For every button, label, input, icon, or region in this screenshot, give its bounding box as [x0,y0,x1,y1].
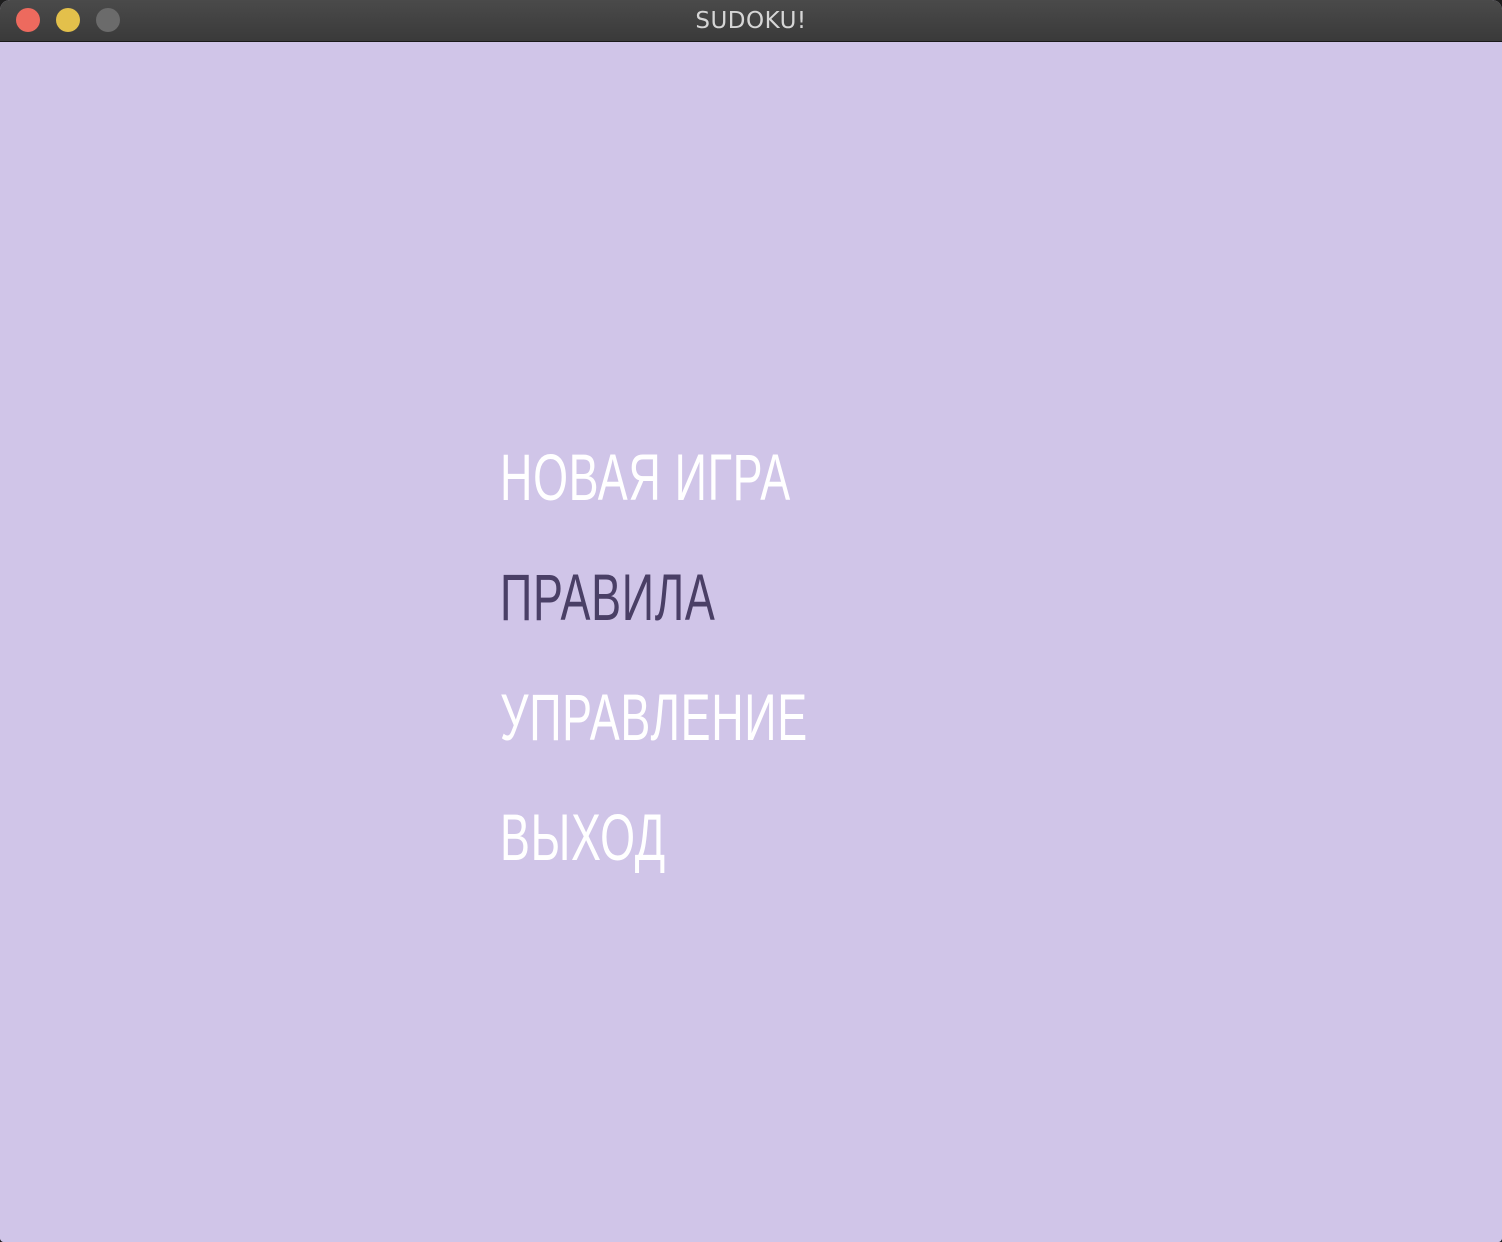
menu-item-controls[interactable]: УПРАВЛЕНИЕ [500,672,808,792]
main-menu-screen: НОВАЯ ИГРА ПРАВИЛА УПРАВЛЕНИЕ ВЫХОД [0,42,1502,1242]
title-bar[interactable]: SUDOKU! [0,0,1502,42]
menu-item-new-game[interactable]: НОВАЯ ИГРА [500,432,808,552]
menu-item-rules[interactable]: ПРАВИЛА [500,552,808,672]
window-title: SUDOKU! [695,8,807,34]
main-menu: НОВАЯ ИГРА ПРАВИЛА УПРАВЛЕНИЕ ВЫХОД [500,432,953,912]
app-window: SUDOKU! НОВАЯ ИГРА ПРАВИЛА УПРАВЛЕНИЕ ВЫ… [0,0,1502,1242]
menu-item-exit[interactable]: ВЫХОД [500,792,808,912]
